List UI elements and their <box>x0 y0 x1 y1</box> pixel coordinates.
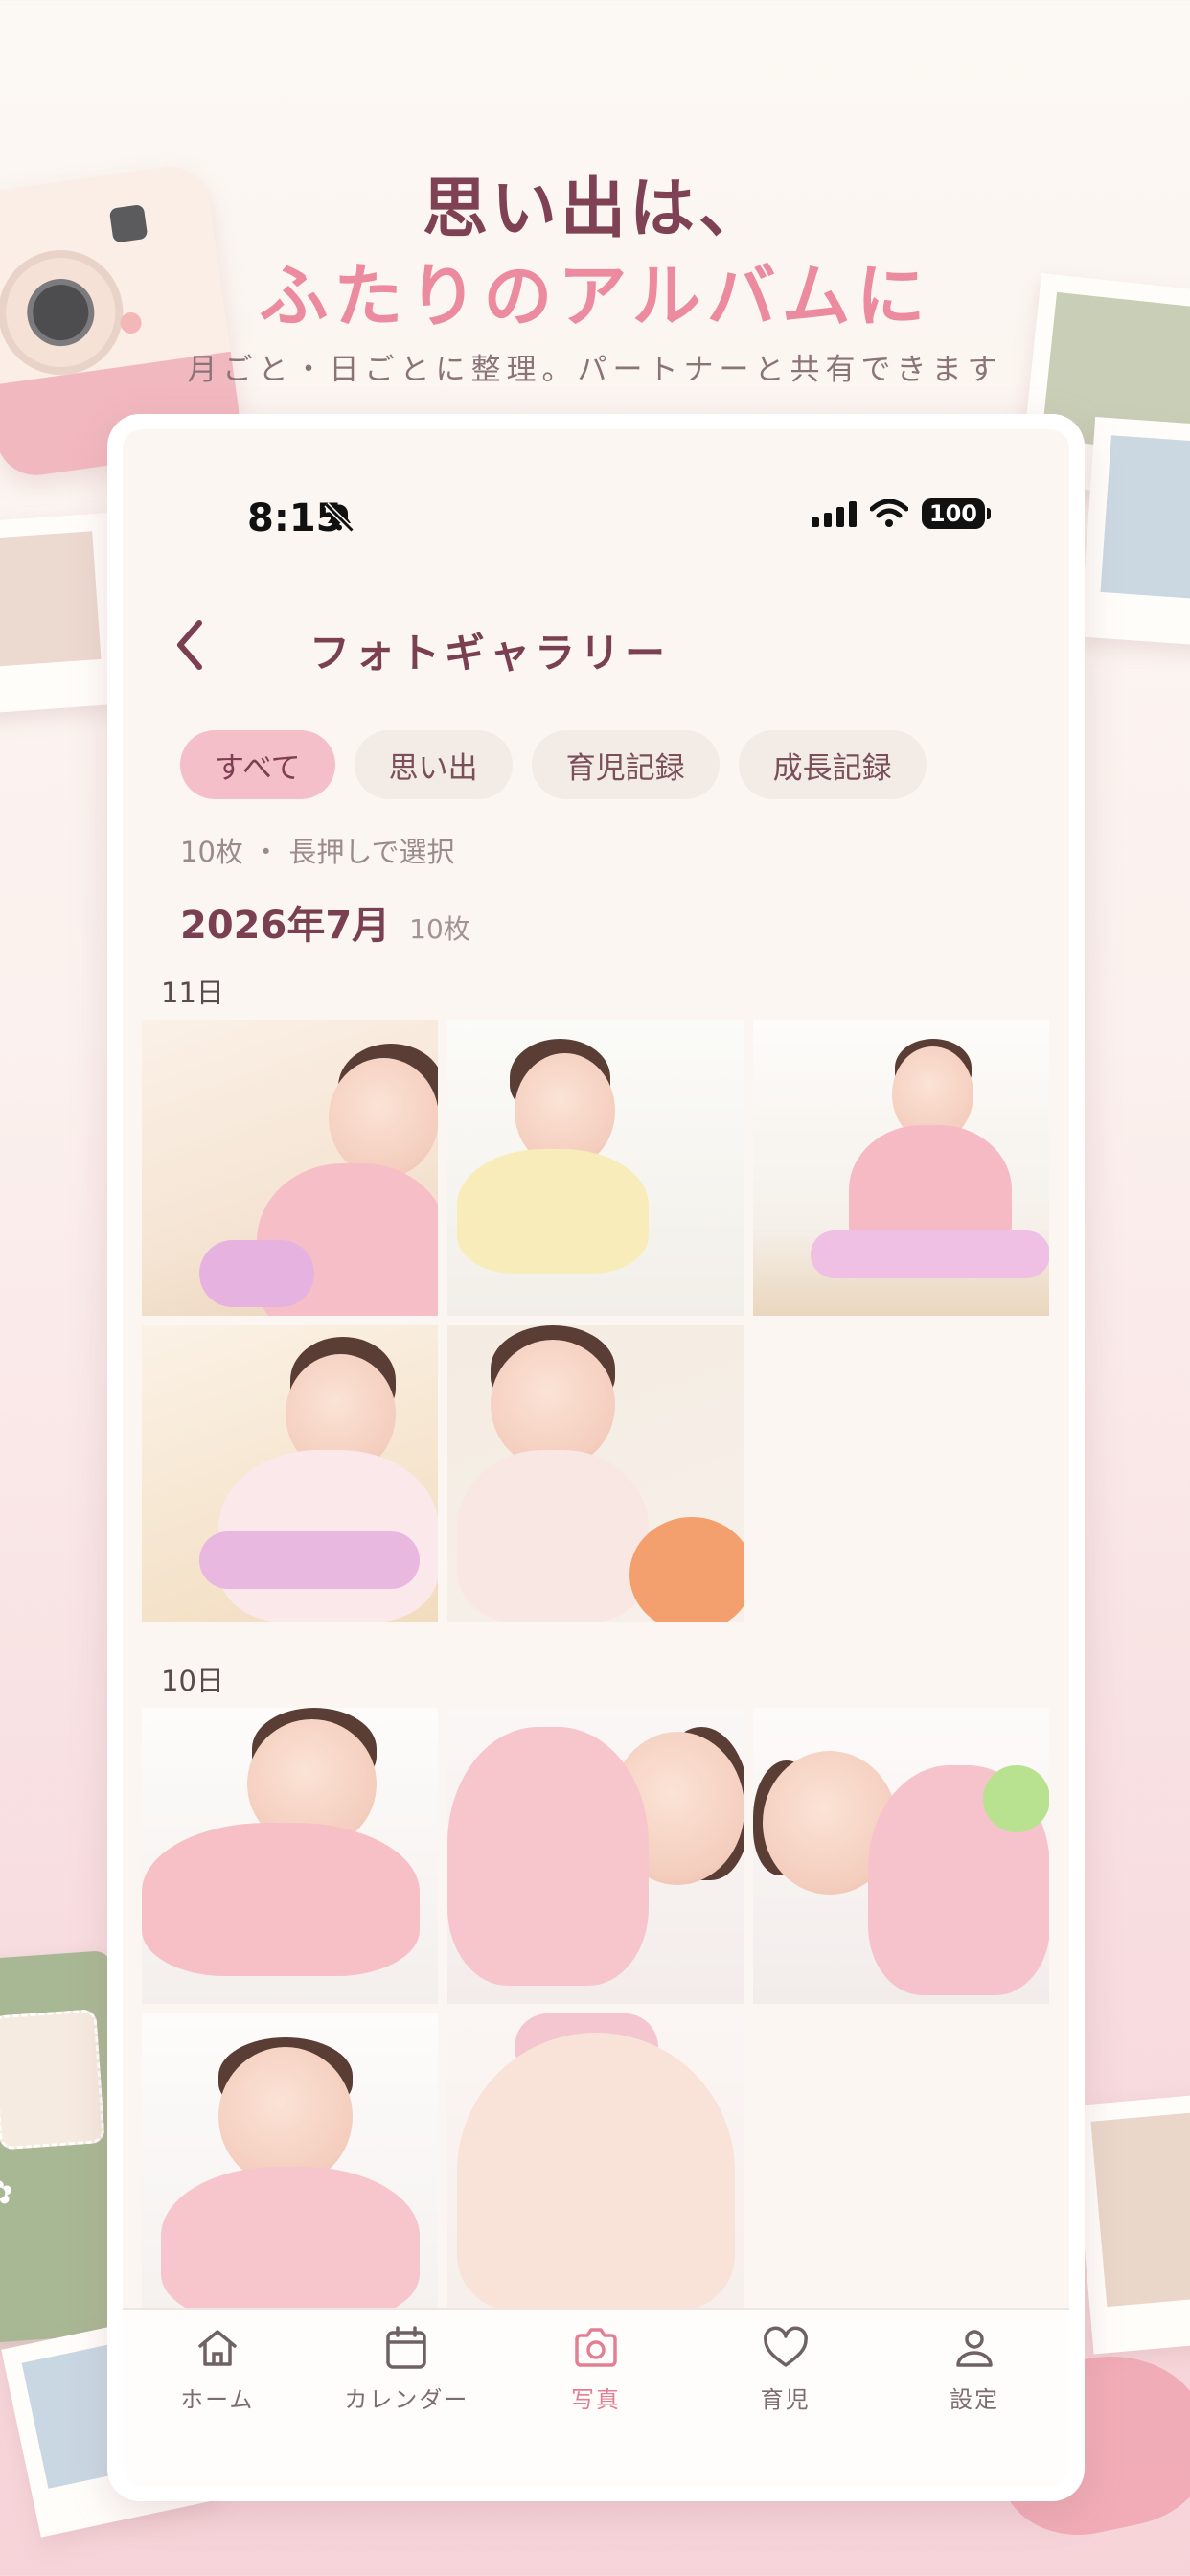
page-title: フォトギャラリー <box>309 630 671 677</box>
tab-photos[interactable]: 写真 <box>510 2323 682 2486</box>
photo-thumbnail[interactable] <box>142 2013 438 2310</box>
bell-off-icon <box>324 502 355 533</box>
polaroid-decoration <box>0 513 122 714</box>
tab-label: カレンダー <box>344 2386 469 2413</box>
headline-line-1: 思い出は、 <box>422 172 767 247</box>
polaroid-decoration <box>1071 2092 1190 2355</box>
photo-thumbnail[interactable] <box>142 1708 438 2004</box>
tab-settings[interactable]: 設定 <box>888 2323 1061 2486</box>
month-photo-count: 10枚 <box>409 913 470 945</box>
tab-parenting[interactable]: 育児 <box>699 2323 872 2486</box>
battery-level: 100 <box>921 498 985 529</box>
promo-subtitle: 月ごと・日ごとに整理。パートナーと共有できます <box>187 353 1003 387</box>
back-button[interactable] <box>163 611 220 678</box>
phone-frame: 8:15 100 フォトギャラリー すべて 思い出 育児記録 成長記録 10枚 … <box>107 414 1085 2501</box>
filter-chip-memories[interactable]: 思い出 <box>354 730 513 799</box>
cellular-signal-icon <box>811 500 857 527</box>
heart-icon <box>763 2326 808 2367</box>
app-screen: 8:15 100 フォトギャラリー すべて 思い出 育児記録 成長記録 10枚 … <box>123 429 1069 2486</box>
filter-chips: すべて 思い出 育児記録 成長記録 <box>180 730 927 799</box>
month-title: 2026年7月 <box>180 904 391 948</box>
photo-thumbnail[interactable] <box>447 1325 744 1622</box>
wifi-icon <box>869 499 908 527</box>
person-icon <box>956 2330 993 2367</box>
photo-thumbnail[interactable] <box>753 1708 1049 2004</box>
home-icon <box>198 2330 237 2366</box>
tab-label: 設定 <box>950 2386 1000 2413</box>
tab-label: 写真 <box>570 2386 621 2413</box>
photo-thumbnail[interactable] <box>447 1020 744 1316</box>
photo-count-hint: 10枚 ・ 長押しで選択 <box>180 836 455 868</box>
day-label: 10日 <box>161 1665 224 1697</box>
polaroid-decoration <box>1080 417 1190 647</box>
photo-thumbnail[interactable] <box>142 1325 438 1622</box>
tab-label: 育児 <box>760 2386 811 2413</box>
camera-icon <box>575 2328 617 2367</box>
month-header: 2026年7月 10枚 <box>180 894 470 950</box>
photo-thumbnail[interactable] <box>447 1708 744 2004</box>
photo-thumbnail[interactable] <box>142 1020 438 1316</box>
tab-home[interactable]: ホーム <box>131 2323 304 2486</box>
calendar-icon <box>386 2326 427 2369</box>
battery-indicator: 100 <box>921 498 991 529</box>
headline-line-2: ふたりのアルバムに <box>259 256 931 336</box>
bottom-tab-bar: ホーム カレンダー 写真 育児 設定 <box>123 2308 1069 2486</box>
filter-chip-growth-log[interactable]: 成長記録 <box>738 730 927 799</box>
filter-chip-all[interactable]: すべて <box>180 730 335 799</box>
day-label: 11日 <box>161 977 224 1009</box>
filter-chip-parenting-log[interactable]: 育児記録 <box>531 730 720 799</box>
photo-thumbnail[interactable] <box>753 1020 1049 1316</box>
tab-calendar[interactable]: カレンダー <box>320 2323 492 2486</box>
photo-thumbnail[interactable] <box>447 2013 744 2310</box>
tab-label: ホーム <box>180 2386 255 2413</box>
status-indicators: 100 <box>811 498 991 529</box>
